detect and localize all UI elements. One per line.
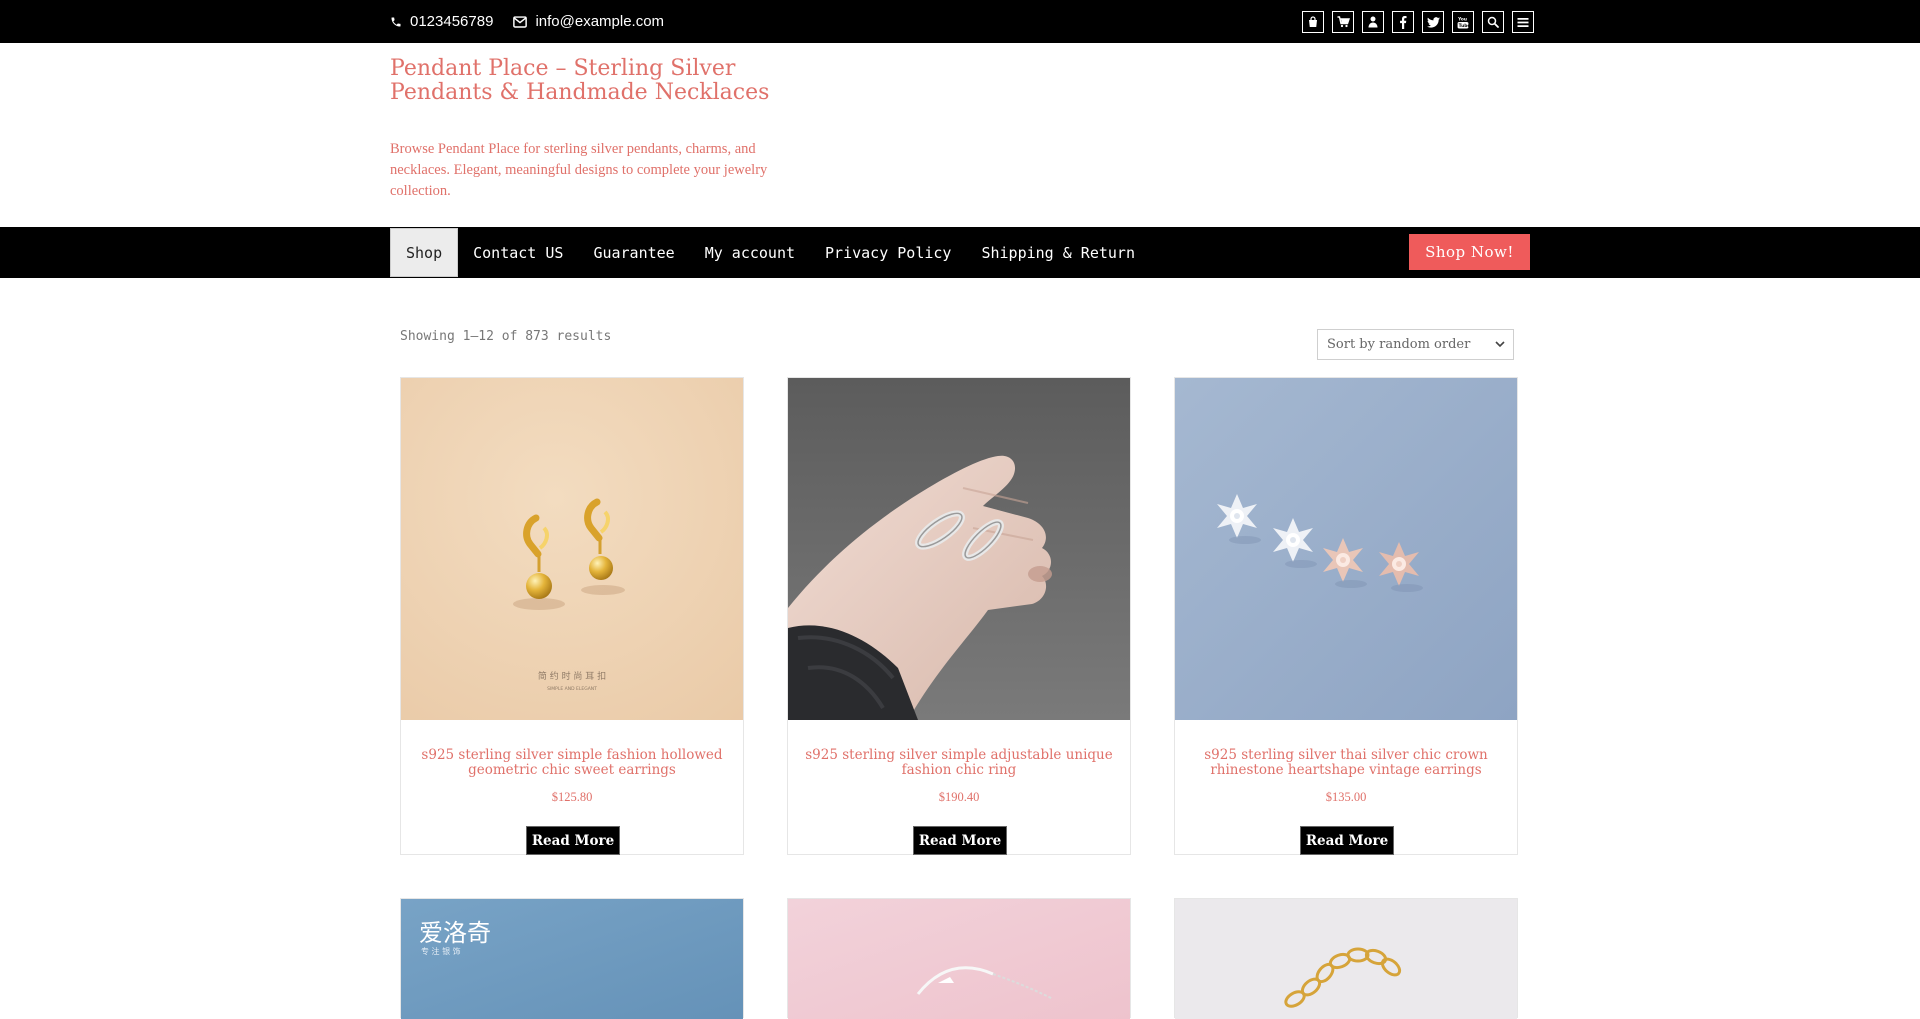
product-image-caption: 简 约 时 尚 耳 扣 xyxy=(538,670,606,682)
facebook-icon[interactable] xyxy=(1392,11,1414,33)
product-card xyxy=(787,898,1131,1019)
sort-selected-value: Sort by random order xyxy=(1327,337,1471,352)
product-price: $135.00 xyxy=(1325,790,1367,804)
product-card xyxy=(1174,898,1518,1019)
product-card: s925 sterling silver simple adjustable u… xyxy=(787,377,1131,855)
shop-now-button[interactable]: Shop Now! xyxy=(1409,234,1530,270)
product-image-subcaption: 专 注 银 饰 xyxy=(421,946,461,956)
email-address: info@example.com xyxy=(535,13,665,30)
product-image-caption: 爱洛奇 xyxy=(419,919,491,947)
youtube-icon[interactable]: YouTube xyxy=(1452,11,1474,33)
site-description: Browse Pendant Place for sterling silver… xyxy=(390,141,768,199)
product-card: s925 sterling silver thai silver chic cr… xyxy=(1174,377,1518,855)
product-image[interactable] xyxy=(1175,899,1517,1019)
svg-text:You: You xyxy=(1457,16,1467,22)
site-title[interactable]: Pendant Place – Sterling Silver Pendants… xyxy=(390,57,770,105)
product-image[interactable] xyxy=(788,378,1130,720)
nav-item-privacy-policy[interactable]: Privacy Policy xyxy=(810,228,966,277)
phone-contact[interactable]: 0123456789 xyxy=(390,13,493,30)
phone-icon xyxy=(391,17,401,26)
user-icon[interactable] xyxy=(1362,11,1384,33)
main-navigation: Shop Contact US Guarantee My account Pri… xyxy=(0,227,1920,278)
product-name[interactable]: s925 sterling silver simple adjustable u… xyxy=(798,748,1120,778)
product-image-subcaption: SIMPLE AND ELEGANT xyxy=(547,686,597,692)
product-price: $125.80 xyxy=(551,790,593,804)
menu-icon[interactable] xyxy=(1512,11,1534,33)
product-image[interactable]: 简 约 时 尚 耳 扣 SIMPLE AND ELEGANT xyxy=(401,378,743,720)
chevron-down-icon xyxy=(1495,341,1505,348)
result-count: Showing 1–12 of 873 results xyxy=(400,329,612,344)
contact-info: 0123456789 info@example.com xyxy=(390,0,664,43)
product-image[interactable]: 爱洛奇 专 注 银 饰 xyxy=(401,899,743,1019)
product-image[interactable] xyxy=(1175,378,1517,720)
nav-item-shop[interactable]: Shop xyxy=(390,228,459,277)
read-more-button[interactable]: Read More xyxy=(913,826,1007,855)
nav-item-guarantee[interactable]: Guarantee xyxy=(578,228,689,277)
product-card: 爱洛奇 专 注 银 饰 xyxy=(400,898,744,1019)
product-name[interactable]: s925 sterling silver thai silver chic cr… xyxy=(1185,748,1507,778)
shopping-bag-icon[interactable] xyxy=(1302,11,1324,33)
top-bar: 0123456789 info@example.com YouTube xyxy=(0,0,1920,43)
phone-number: 0123456789 xyxy=(410,13,494,30)
social-icons: YouTube xyxy=(1302,11,1534,33)
sort-select[interactable]: Sort by random order xyxy=(1317,329,1514,360)
svg-text:Tube: Tube xyxy=(1459,23,1469,29)
envelope-icon xyxy=(513,15,528,28)
nav-menu: Shop Contact US Guarantee My account Pri… xyxy=(390,228,1150,277)
product-image[interactable] xyxy=(788,899,1130,1019)
product-name[interactable]: s925 sterling silver simple fashion holl… xyxy=(411,748,733,778)
search-icon[interactable] xyxy=(1482,11,1504,33)
product-price: $190.40 xyxy=(938,790,980,804)
cart-icon[interactable] xyxy=(1332,11,1354,33)
product-card: 简 约 时 尚 耳 扣 SIMPLE AND ELEGANT s925 ster… xyxy=(400,377,744,855)
nav-item-my-account[interactable]: My account xyxy=(690,228,810,277)
twitter-icon[interactable] xyxy=(1422,11,1444,33)
read-more-button[interactable]: Read More xyxy=(1300,826,1394,855)
read-more-button[interactable]: Read More xyxy=(526,826,620,855)
nav-item-contact-us[interactable]: Contact US xyxy=(458,228,578,277)
nav-item-shipping-return[interactable]: Shipping & Return xyxy=(966,228,1150,277)
email-contact[interactable]: info@example.com xyxy=(513,13,664,30)
